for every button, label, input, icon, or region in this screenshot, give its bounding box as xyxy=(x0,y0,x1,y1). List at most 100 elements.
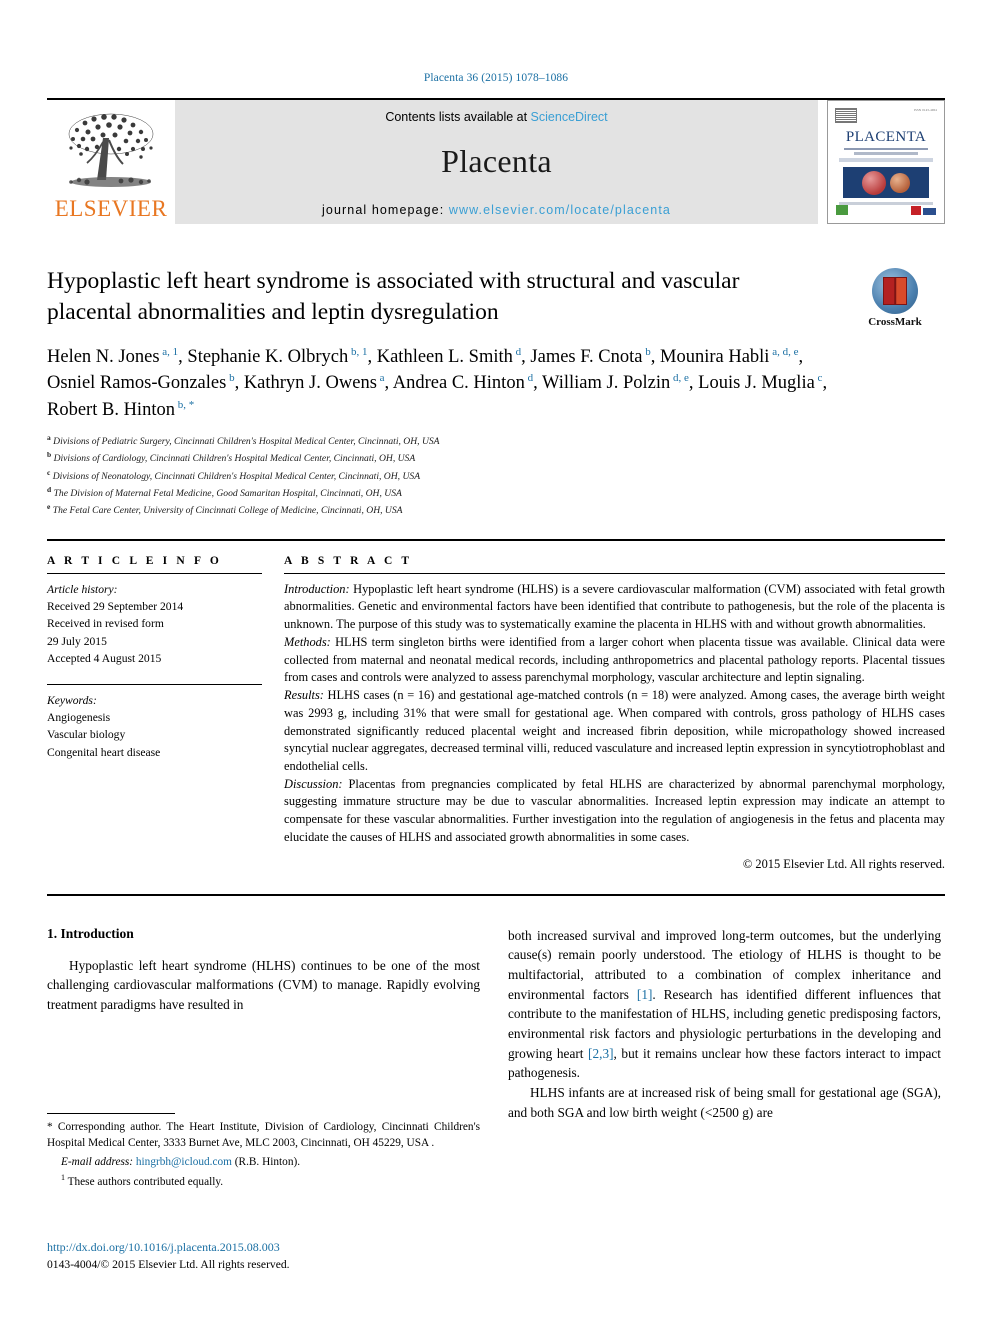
citation-ref-1[interactable]: [1] xyxy=(637,987,653,1002)
cover-bottom xyxy=(833,205,939,218)
cover-blurb-block xyxy=(839,157,933,163)
sciencedirect-link[interactable]: ScienceDirect xyxy=(531,110,608,124)
abstract-section-text: HLHS term singleton births were identifi… xyxy=(284,634,945,685)
affiliation-mark: e xyxy=(47,502,51,512)
author-name[interactable]: James F. Cnota xyxy=(530,347,642,367)
author-name[interactable]: Louis J. Muglia xyxy=(698,373,815,393)
abstract-section-text: Hypoplastic left heart syndrome (HLHS) i… xyxy=(284,581,945,632)
section-heading-introduction: 1. Introduction xyxy=(47,925,134,941)
keywords-label: Keywords: xyxy=(47,693,97,707)
abstract-section-label: Introduction: xyxy=(284,581,350,596)
email-link[interactable]: hingrbh@icloud.com xyxy=(136,1156,232,1168)
author-list: Helen N. Jones a, 1, Stephanie K. Olbryc… xyxy=(47,345,828,420)
article-history-label: Article history: xyxy=(47,582,118,596)
journal-masthead: ELSEVIER Contents lists available at Sci… xyxy=(47,98,945,224)
affiliation-mark: c xyxy=(47,467,51,477)
history-line-0: Received 29 September 2014 xyxy=(47,600,184,614)
keyword-1: Vascular biology xyxy=(47,728,126,742)
footnote-corresponding-author: * Corresponding author. The Heart Instit… xyxy=(47,1121,480,1150)
author-name[interactable]: Kathryn J. Owens xyxy=(244,373,377,393)
cover-photo xyxy=(842,167,930,199)
crossmark-badge[interactable]: CrossMark xyxy=(845,268,945,328)
contents-prefix: Contents lists available at xyxy=(385,110,531,124)
footnote-equal-text: These authors contributed equally. xyxy=(65,1175,224,1188)
journal-title: Placenta xyxy=(441,143,552,179)
author-name[interactable]: Robert B. Hinton xyxy=(47,400,175,420)
author-name[interactable]: Andrea C. Hinton xyxy=(393,373,525,393)
abstract-column: A B S T R A C T Introduction: Hypoplasti… xyxy=(284,555,945,872)
affiliation-list: a Divisions of Pediatric Surgery, Cincin… xyxy=(47,432,945,519)
body-column-left: 1. Introduction Hypoplastic left heart s… xyxy=(47,926,480,1123)
author-affiliation-mark: a xyxy=(376,372,385,385)
info-abstract-region: A R T I C L E I N F O Article history: R… xyxy=(47,538,945,872)
author-name[interactable]: Osniel Ramos-Gonzales xyxy=(47,373,226,393)
author-affiliation-mark: d xyxy=(512,345,522,358)
cover-barcode-icon xyxy=(835,108,857,123)
footnote-equal-contribution: 1 These authors contributed equally. xyxy=(47,1172,480,1190)
cover-topbar: ISSN 0143-4004 xyxy=(833,106,939,123)
article-page: Placenta 36 (2015) 1078–1086 ELSEVIER Co… xyxy=(0,0,992,1323)
body-columns: 1. Introduction Hypoplastic left heart s… xyxy=(47,926,945,1123)
author-name[interactable]: William J. Polzin xyxy=(542,373,670,393)
footnote-email: E-mail address: hingrbh@icloud.com (R.B.… xyxy=(47,1154,480,1170)
body-separator-rule xyxy=(47,893,945,896)
article-info-rule xyxy=(47,572,262,574)
affiliation-mark: a xyxy=(47,432,51,442)
article-history: Article history: Received 29 September 2… xyxy=(47,581,262,668)
page-title: Hypoplastic left heart syndrome is assoc… xyxy=(47,268,740,325)
citation-ref-2[interactable]: [2,3] xyxy=(588,1046,613,1061)
title-area: Hypoplastic left heart syndrome is assoc… xyxy=(47,266,945,330)
keywords-block: Keywords: Angiogenesis Vascular biology … xyxy=(47,692,262,762)
author-name[interactable]: Mounira Habli xyxy=(660,347,769,367)
contents-available-line: Contents lists available at ScienceDirec… xyxy=(385,110,607,124)
author-affiliation-mark: b, 1 xyxy=(348,345,368,358)
keyword-2: Congenital heart disease xyxy=(47,745,161,759)
crossmark-book-icon xyxy=(883,277,907,305)
abstract-heading: A B S T R A C T xyxy=(284,554,413,567)
author-affiliation-mark: a, 1 xyxy=(159,345,179,358)
affiliation-mark: b xyxy=(47,450,52,460)
affiliation-item: c Divisions of Neonatology, Cincinnati C… xyxy=(47,467,421,482)
affiliation-item: b Divisions of Cardiology, Cincinnati Ch… xyxy=(47,450,416,465)
abstract-section: Introduction: Hypoplastic left heart syn… xyxy=(284,581,945,634)
cover-placenta-image-a xyxy=(862,170,886,195)
journal-homepage-link[interactable]: www.elsevier.com/locate/placenta xyxy=(449,203,671,217)
abstract-section-label: Results: xyxy=(284,688,324,703)
cover-blue-logo-icon xyxy=(923,208,936,215)
affiliation-item: d The Division of Maternal Fetal Medicin… xyxy=(47,484,402,500)
history-line-2: 29 July 2015 xyxy=(47,634,107,648)
author-affiliation-mark: b, * xyxy=(174,398,195,411)
abstract-section-label: Discussion: xyxy=(284,776,343,791)
cover-subtitle-bar-2 xyxy=(854,152,918,155)
keywords-rule xyxy=(47,683,262,685)
elsevier-logo: ELSEVIER xyxy=(47,100,175,224)
footnote-rule xyxy=(47,1113,175,1114)
doi-link[interactable]: http://dx.doi.org/10.1016/j.placenta.201… xyxy=(47,1240,280,1255)
abstract-body: Introduction: Hypoplastic left heart syn… xyxy=(284,581,945,847)
footnote-block: * Corresponding author. The Heart Instit… xyxy=(47,1113,480,1190)
author-name[interactable]: Stephanie K. Olbrych xyxy=(187,347,348,367)
elsevier-wordmark: ELSEVIER xyxy=(54,196,168,221)
email-attribution: (R.B. Hinton). xyxy=(231,1155,301,1168)
intro-paragraph-right-2: HLHS infants are at increased risk of be… xyxy=(508,1085,941,1120)
abstract-section-text: HLHS cases (n = 16) and gestational age-… xyxy=(284,688,945,774)
abstract-rule xyxy=(284,572,945,574)
crossmark-icon xyxy=(872,268,918,314)
keyword-0: Angiogenesis xyxy=(47,711,111,725)
journal-cover-thumbnail[interactable]: ISSN 0143-4004 PLACENTA xyxy=(827,100,945,224)
author-name[interactable]: Kathleen L. Smith xyxy=(377,347,513,367)
article-info-heading: A R T I C L E I N F O xyxy=(47,554,222,567)
intro-paragraph-left: Hypoplastic left heart syndrome (HLHS) c… xyxy=(47,957,480,1013)
author-affiliation-mark: b xyxy=(642,345,651,358)
author-affiliation-mark: b xyxy=(226,372,235,385)
author-name[interactable]: Helen N. Jones xyxy=(47,347,160,367)
article-info-column: A R T I C L E I N F O Article history: R… xyxy=(47,555,262,872)
intro-paragraph-right-cont: both increased survival and improved lon… xyxy=(508,926,941,1083)
abstract-section: Results: HLHS cases (n = 16) and gestati… xyxy=(284,687,945,776)
author-affiliation-mark: c xyxy=(814,372,823,385)
cover-issn: ISSN 0143-4004 xyxy=(913,108,937,112)
issn-copyright-line: 0143-4004/© 2015 Elsevier Ltd. All right… xyxy=(47,1258,290,1271)
cover-subtitle-bar xyxy=(843,148,929,151)
elsevier-tree-icon xyxy=(68,113,154,187)
cover-title: PLACENTA xyxy=(845,129,927,145)
